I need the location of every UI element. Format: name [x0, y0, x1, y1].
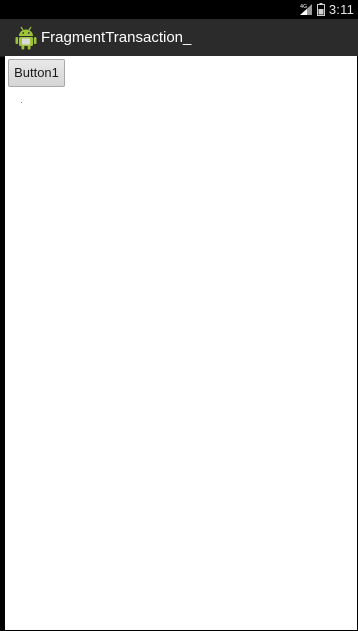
device-screen: 4G 3:11 FragmentTransaction_ Button1 — [0, 0, 358, 631]
status-time: 3:11 — [328, 2, 354, 17]
fragment-container: Button1 — [5, 56, 357, 630]
battery-icon — [316, 3, 325, 16]
empty-fragment-placeholder — [21, 102, 22, 103]
network-type-label: 4G — [300, 4, 307, 10]
android-icon — [15, 26, 37, 50]
signal-icon: 4G — [299, 4, 312, 15]
button1[interactable]: Button1 — [8, 59, 65, 87]
status-icons: 4G 3:11 — [299, 1, 354, 18]
action-bar: FragmentTransaction_ — [0, 19, 358, 57]
status-bar: 4G 3:11 — [0, 0, 358, 19]
app-title: FragmentTransaction_ — [41, 29, 192, 46]
